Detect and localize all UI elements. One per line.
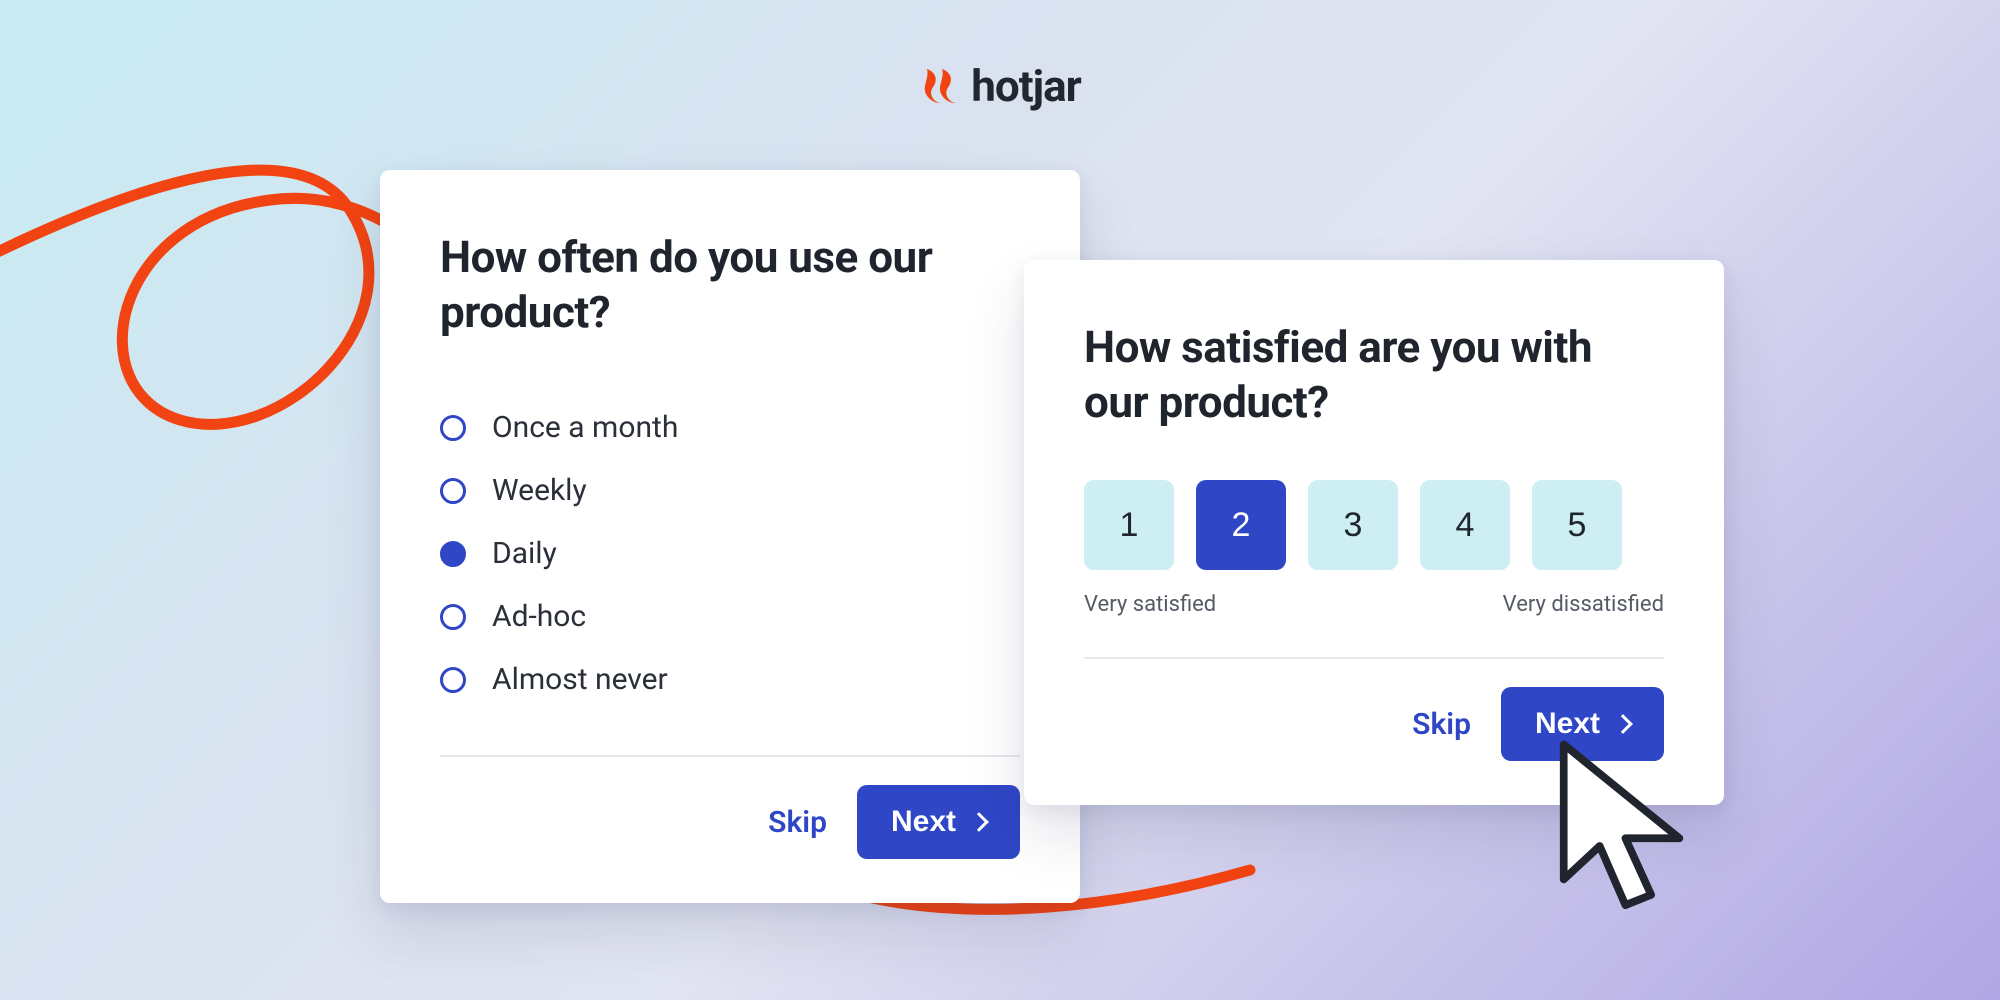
radio-label: Weekly	[492, 473, 587, 508]
rating-button[interactable]: 3	[1308, 480, 1398, 570]
radio-option[interactable]: Weekly	[440, 459, 1020, 522]
survey-card-satisfaction: How satisfied are you with our product? …	[1024, 260, 1724, 805]
stage: hotjar How often do you use our product?…	[0, 0, 2000, 1000]
radio-option[interactable]: Almost never	[440, 648, 1020, 711]
question-title: How satisfied are you with our product?	[1084, 320, 1664, 430]
radio-option[interactable]: Daily	[440, 522, 1020, 585]
next-button-label: Next	[891, 805, 956, 839]
radio-icon	[440, 541, 466, 567]
chevron-right-icon	[969, 812, 989, 832]
flame-icon	[919, 67, 957, 105]
rating-button[interactable]: 2	[1196, 480, 1286, 570]
survey-card-usage: How often do you use our product? Once a…	[380, 170, 1080, 903]
next-button[interactable]: Next	[857, 785, 1020, 859]
rating-scale-labels: Very satisfied Very dissatisfied	[1084, 592, 1664, 617]
radio-label: Ad-hoc	[492, 599, 586, 634]
chevron-right-icon	[1613, 714, 1633, 734]
rating-button[interactable]: 5	[1532, 480, 1622, 570]
brand-logo: hotjar	[919, 60, 1080, 112]
radio-icon	[440, 604, 466, 630]
rating-scale-high: Very dissatisfied	[1503, 592, 1664, 617]
card-footer: Skip Next	[440, 785, 1020, 859]
radio-label: Daily	[492, 536, 557, 571]
next-button[interactable]: Next	[1501, 687, 1664, 761]
brand-name: hotjar	[971, 60, 1080, 112]
radio-icon	[440, 667, 466, 693]
radio-icon	[440, 415, 466, 441]
radio-option[interactable]: Once a month	[440, 396, 1020, 459]
rating-scale-low: Very satisfied	[1084, 592, 1216, 617]
rating-group: 1 2 3 4 5	[1084, 480, 1664, 570]
radio-icon	[440, 478, 466, 504]
radio-option[interactable]: Ad-hoc	[440, 585, 1020, 648]
radio-group: Once a month Weekly Daily Ad-hoc Almost …	[440, 396, 1020, 711]
radio-label: Once a month	[492, 410, 678, 445]
skip-button[interactable]: Skip	[768, 805, 827, 840]
next-button-label: Next	[1535, 707, 1600, 741]
card-footer: Skip Next	[1084, 687, 1664, 761]
divider	[1084, 657, 1664, 659]
rating-button[interactable]: 1	[1084, 480, 1174, 570]
skip-button[interactable]: Skip	[1412, 707, 1471, 742]
divider	[440, 755, 1020, 757]
question-title: How often do you use our product?	[440, 230, 1020, 340]
radio-label: Almost never	[492, 662, 668, 697]
rating-button[interactable]: 4	[1420, 480, 1510, 570]
